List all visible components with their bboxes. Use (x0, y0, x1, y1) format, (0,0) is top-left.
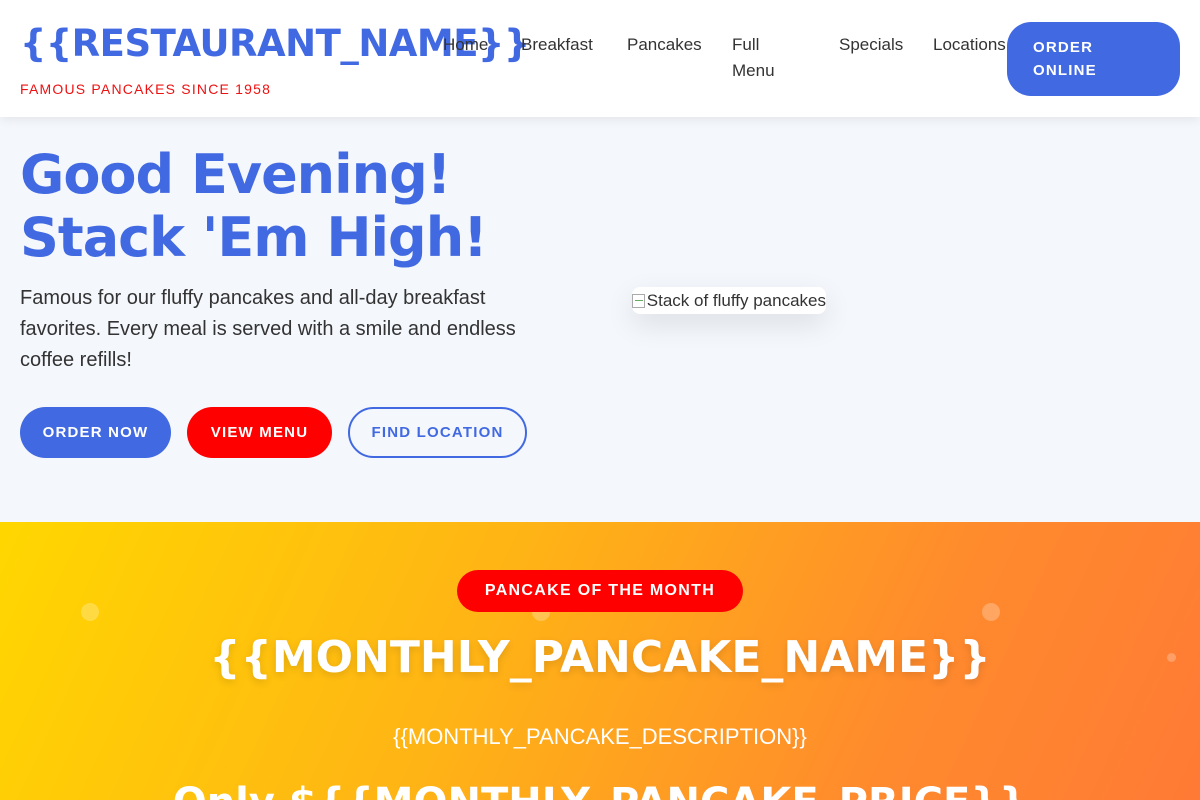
nav-locations[interactable]: Locations (933, 32, 1006, 58)
nav-home[interactable]: Home (443, 32, 488, 58)
pancake-of-the-month-badge: PANCAKE OF THE MONTH (457, 570, 743, 612)
find-location-button[interactable]: FIND LOCATION (348, 407, 527, 458)
order-now-button[interactable]: ORDER NOW (20, 407, 171, 458)
pancake-of-the-month-section: PANCAKE OF THE MONTH {{MONTHLY_PANCAKE_N… (0, 522, 1200, 800)
order-online-button[interactable]: ORDER ONLINE (1007, 22, 1180, 96)
nav-breakfast[interactable]: Breakfast (521, 32, 593, 58)
nav-pancakes[interactable]: Pancakes (627, 32, 702, 58)
nav-specials[interactable]: Specials (839, 32, 903, 58)
monthly-pancake-name: {{MONTHLY_PANCAKE_NAME}} (209, 632, 991, 683)
hero-section: Good Evening! Stack 'Em High! Famous for… (0, 117, 1200, 522)
monthly-pancake-price: Only ${{MONTHLY_PANCAKE_PRICE}} (0, 780, 1200, 800)
nav-full-menu[interactable]: Full Menu (732, 32, 792, 84)
decorative-dot (982, 603, 1000, 621)
monthly-pancake-description: {{MONTHLY_PANCAKE_DESCRIPTION}} (393, 724, 807, 749)
decorative-dot (81, 603, 99, 621)
image-alt-text: Stack of fluffy pancakes (646, 290, 826, 310)
view-menu-button[interactable]: VIEW MENU (187, 407, 332, 458)
site-header: {{RESTAURANT_NAME}} FAMOUS PANCAKES SINC… (0, 0, 1200, 117)
brand-tagline: FAMOUS PANCAKES SINCE 1958 (20, 81, 272, 97)
hero-title: Good Evening! Stack 'Em High! (20, 143, 488, 269)
broken-image-icon (632, 293, 645, 308)
hero-description: Famous for our fluffy pancakes and all-d… (20, 287, 516, 371)
pancakes-image: Stack of fluffy pancakes (632, 287, 826, 314)
